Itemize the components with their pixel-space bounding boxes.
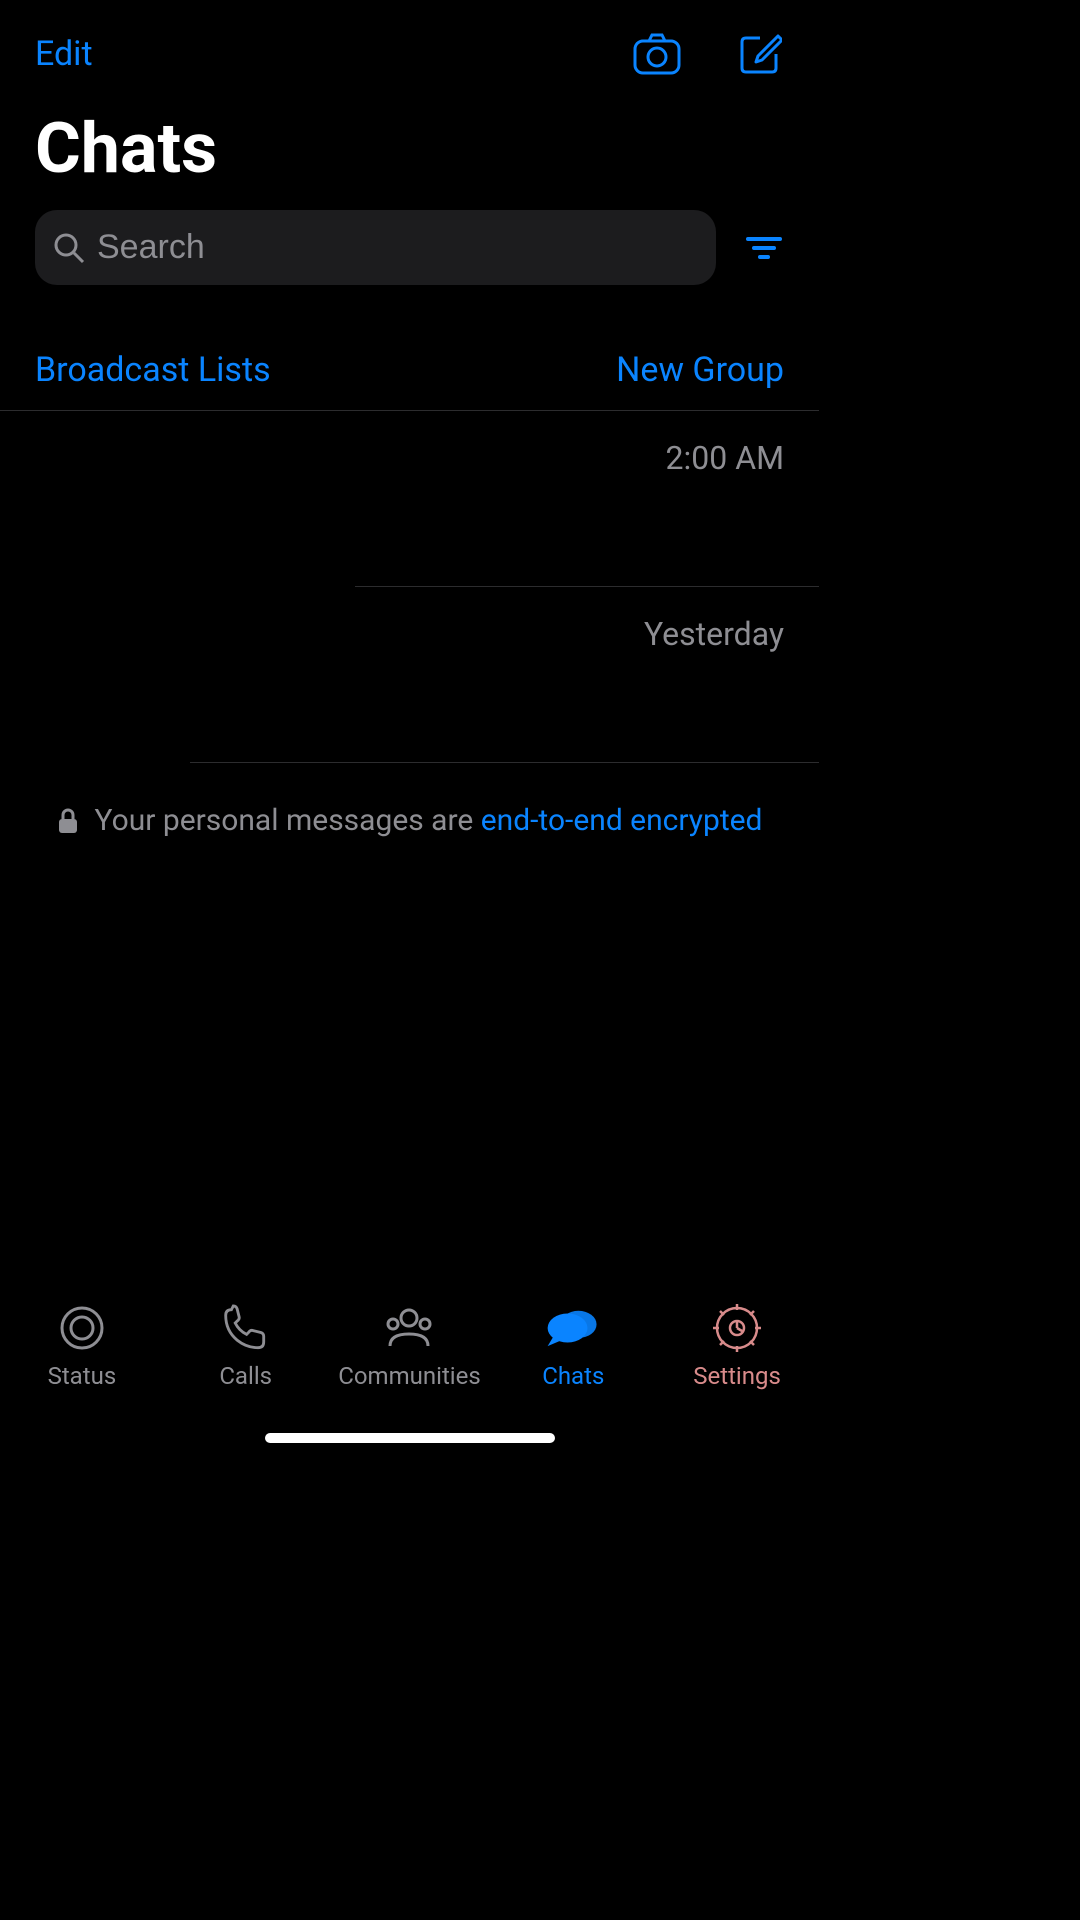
chat-time: 2:00 AM <box>666 439 784 477</box>
tab-label: Communities <box>338 1362 481 1390</box>
chat-row-content: Yesterday <box>35 615 784 653</box>
tab-calls[interactable]: Calls <box>166 1304 326 1390</box>
search-container[interactable] <box>35 210 716 285</box>
top-bar-actions <box>633 30 784 78</box>
tab-label: Settings <box>693 1362 781 1390</box>
tab-label: Calls <box>219 1362 272 1390</box>
tab-status[interactable]: Status <box>2 1304 162 1390</box>
chat-row-content: 2:00 AM <box>35 439 784 477</box>
tab-bar: Status Calls Communities <box>0 1282 819 1457</box>
search-icon <box>53 232 85 264</box>
camera-icon[interactable] <box>633 30 681 78</box>
top-bar: Edit <box>0 0 819 88</box>
link-row: Broadcast Lists New Group <box>0 285 819 410</box>
filter-icon[interactable] <box>744 228 784 268</box>
gear-icon <box>708 1304 766 1352</box>
phone-icon <box>217 1304 275 1352</box>
compose-icon[interactable] <box>736 30 784 78</box>
encryption-link[interactable]: end-to-end encrypted <box>481 803 763 838</box>
chat-list: 2:00 AM Yesterday <box>0 411 819 763</box>
chats-icon <box>544 1304 602 1352</box>
tab-settings[interactable]: Settings <box>657 1304 817 1390</box>
tab-label: Status <box>48 1362 117 1390</box>
encryption-prefix: Your personal messages are <box>95 803 481 838</box>
encryption-notice: Your personal messages are end-to-end en… <box>0 763 819 878</box>
chat-row[interactable]: 2:00 AM <box>0 411 819 586</box>
edit-button[interactable]: Edit <box>35 34 93 74</box>
communities-icon <box>380 1304 438 1352</box>
status-icon <box>53 1304 111 1352</box>
tab-label: Chats <box>542 1362 604 1390</box>
new-group-button[interactable]: New Group <box>616 350 784 390</box>
tab-communities[interactable]: Communities <box>329 1304 489 1390</box>
tab-chats[interactable]: Chats <box>493 1304 653 1390</box>
chat-row[interactable]: Yesterday <box>0 587 819 762</box>
chat-time: Yesterday <box>644 615 784 653</box>
search-row <box>0 210 819 285</box>
page-title: Chats <box>0 88 819 210</box>
lock-icon <box>57 807 79 835</box>
search-input[interactable] <box>97 228 698 267</box>
encryption-text: Your personal messages are end-to-end en… <box>95 803 763 838</box>
home-indicator[interactable] <box>265 1433 555 1443</box>
broadcast-lists-button[interactable]: Broadcast Lists <box>35 350 271 390</box>
